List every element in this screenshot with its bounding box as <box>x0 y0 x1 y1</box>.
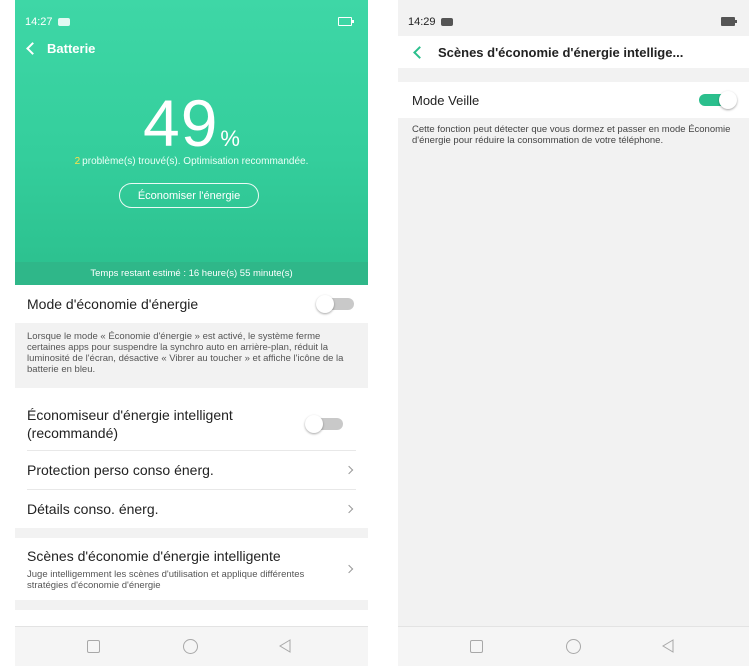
toggle-knob <box>305 415 323 433</box>
battery-screen: 14:27 Batterie 49% 2 problème(s) trouvé(s… <box>15 0 368 666</box>
issues-count: 2 <box>74 156 81 167</box>
save-energy-button[interactable]: Économiser l'énergie <box>119 183 259 208</box>
chevron-right-icon <box>344 504 354 514</box>
smart-scenes-screen: 14:29 Scènes d'économie d'énergie intell… <box>398 0 749 666</box>
toggle-knob <box>719 91 737 109</box>
smart-saver-row[interactable]: Économiseur d'énergie intelligent (recom… <box>15 398 368 450</box>
battery-percentage: 49% <box>15 85 368 161</box>
percent-symbol: % <box>220 126 240 151</box>
back-arrow-icon[interactable] <box>413 45 426 59</box>
status-bar: 14:27 <box>25 15 358 29</box>
back-arrow-icon[interactable] <box>26 41 39 55</box>
navigation-bar <box>15 626 368 666</box>
battery-icon <box>721 17 737 26</box>
chevron-right-icon <box>344 465 354 475</box>
battery-hero: 14:27 Batterie 49% 2 problème(s) trouvé(s… <box>15 0 368 285</box>
sleep-mode-description: Cette fonction peut détecter que vous do… <box>412 124 731 146</box>
details-label: Détails conso. énerg. <box>27 501 159 517</box>
issues-summary: 2 problème(s) trouvé(s). Optimisation rec… <box>15 156 368 167</box>
nav-recents-icon[interactable] <box>87 640 100 653</box>
smart-scenes-text: Scènes d'économie d'énergie intelligente… <box>27 547 346 591</box>
battery-icon <box>338 17 354 26</box>
sleep-mode-label: Mode Veille <box>412 92 480 108</box>
power-saving-mode-label: Mode d'économie d'énergie <box>27 296 199 312</box>
battery-percent-value: 49 <box>143 86 219 160</box>
header: Batterie <box>25 38 95 58</box>
nav-recents-icon[interactable] <box>470 640 483 653</box>
section-gap <box>15 528 368 538</box>
nav-home-icon[interactable] <box>183 639 198 654</box>
page-title: Scènes d'économie d'énergie intellige... <box>438 44 684 60</box>
smart-scenes-row[interactable]: Scènes d'économie d'énergie intelligente… <box>15 538 368 600</box>
section-gap <box>15 600 368 610</box>
remaining-time: Temps restant estimé : 16 heure(s) 55 mi… <box>15 262 368 285</box>
power-saving-mode-row[interactable]: Mode d'économie d'énergie <box>15 285 368 323</box>
nav-back-icon[interactable] <box>661 639 675 653</box>
status-time: 14:29 <box>408 16 436 28</box>
smart-scenes-label: Scènes d'économie d'énergie intelligente <box>27 548 281 564</box>
navigation-bar <box>398 626 749 666</box>
power-saving-mode-toggle[interactable] <box>316 295 354 313</box>
protection-row[interactable]: Protection perso conso énerg. <box>15 451 368 489</box>
sleep-mode-toggle[interactable] <box>699 91 737 109</box>
camera-notification-icon <box>440 18 453 26</box>
status-time: 14:27 <box>25 16 53 28</box>
header: Scènes d'économie d'énergie intellige... <box>398 36 749 68</box>
smart-scenes-subtitle: Juge intelligemment les scènes d'utilisa… <box>27 569 305 591</box>
chevron-right-icon <box>344 564 354 574</box>
issues-text: problème(s) trouvé(s). Optimisation reco… <box>82 156 309 167</box>
nav-home-icon[interactable] <box>566 639 581 654</box>
camera-notification-icon <box>57 18 70 26</box>
smart-saver-label: Économiseur d'énergie intelligent (recom… <box>27 407 233 441</box>
power-saving-mode-description: Lorsque le mode « Économie d'énergie » e… <box>15 323 368 388</box>
details-row[interactable]: Détails conso. énerg. <box>15 490 368 528</box>
protection-label: Protection perso conso énerg. <box>27 462 214 478</box>
nav-back-icon[interactable] <box>278 639 292 653</box>
toggle-knob <box>316 295 334 313</box>
smart-saver-toggle[interactable] <box>305 415 343 433</box>
page-title: Batterie <box>47 40 96 56</box>
status-bar: 14:29 <box>408 15 741 29</box>
sleep-mode-row[interactable]: Mode Veille <box>398 82 749 118</box>
